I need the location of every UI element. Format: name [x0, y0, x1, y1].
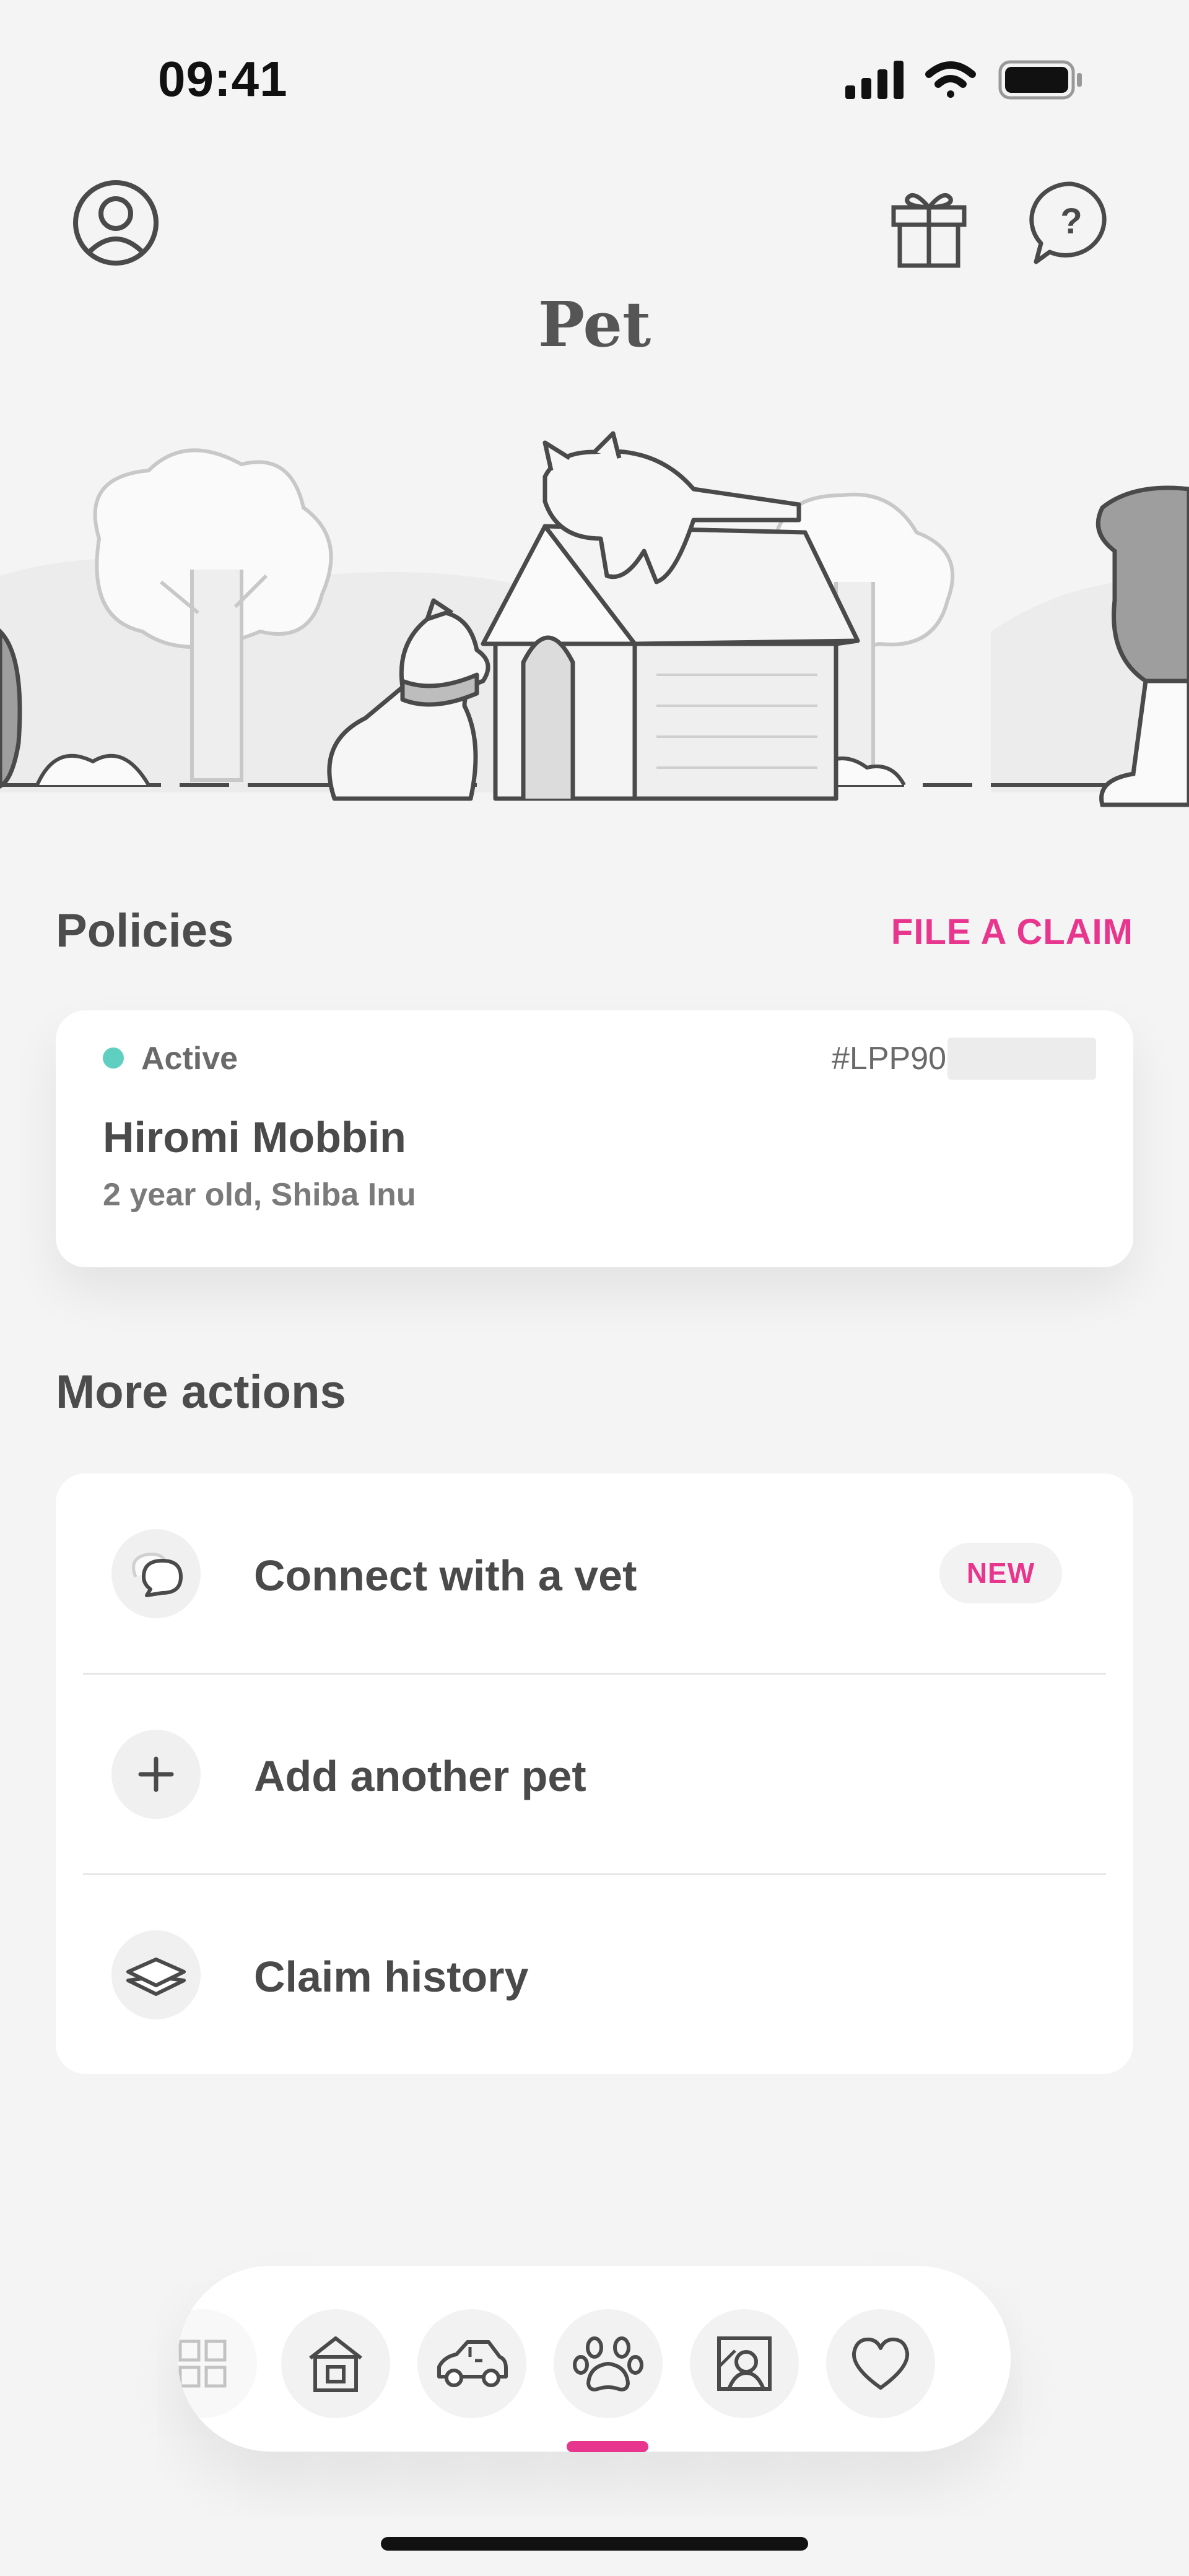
profile-icon: [73, 180, 159, 266]
nav-car[interactable]: [417, 2309, 526, 2418]
status-dot: [103, 1047, 124, 1069]
bottom-nav: [178, 2266, 1011, 2452]
battery-icon: [998, 60, 1082, 100]
policies-heading: Policies: [56, 904, 234, 957]
hero-illustration: [0, 396, 1189, 817]
nav-grid[interactable]: [178, 2309, 257, 2418]
connect-vet-row[interactable]: Connect with a vet NEW: [56, 1473, 1133, 1673]
connect-vet-label: Connect with a vet: [254, 1551, 637, 1600]
file-claim-link[interactable]: FILE A CLAIM: [891, 911, 1133, 953]
car-icon: [437, 2340, 508, 2387]
nav-pet[interactable]: [554, 2309, 663, 2418]
gift-icon: [891, 193, 967, 268]
page-title: Pet: [538, 288, 651, 361]
more-actions-card: Connect with a vet NEW Add another pet C…: [56, 1473, 1133, 2074]
gift-button[interactable]: [882, 176, 975, 269]
nav-life[interactable]: [690, 2309, 799, 2418]
nav-health[interactable]: [826, 2309, 935, 2418]
wifi-icon: [925, 61, 976, 98]
signal-icon: [845, 61, 904, 99]
plus-icon: [111, 1730, 201, 1819]
policy-card[interactable]: Active #LPP90 Hiromi Mobbin 2 year old, …: [56, 1010, 1133, 1267]
help-icon: ?: [1029, 181, 1107, 264]
profile-button[interactable]: [69, 176, 162, 269]
nav-home[interactable]: [281, 2309, 390, 2418]
add-pet-row[interactable]: Add another pet: [56, 1674, 1133, 1874]
heart-icon: [851, 2337, 910, 2390]
home-indicator: [381, 2537, 808, 2551]
home-icon: [309, 2336, 362, 2392]
chat-bubbles-icon: [111, 1529, 201, 1618]
status-icons: [839, 54, 1087, 104]
new-badge: NEW: [939, 1543, 1062, 1603]
portrait-icon: [717, 2336, 772, 2391]
add-pet-label: Add another pet: [254, 1752, 586, 1800]
status-time: 09:41: [158, 51, 288, 106]
layers-icon: [111, 1930, 201, 2019]
claim-history-row[interactable]: Claim history: [56, 1875, 1133, 2075]
policy-number: #LPP90: [832, 1041, 947, 1077]
svg-text:?: ?: [1060, 201, 1082, 241]
pet-name: Hiromi Mobbin: [103, 1113, 406, 1161]
policy-status: Active: [141, 1041, 238, 1077]
help-button[interactable]: ?: [1025, 176, 1118, 269]
grid-icon: [178, 2340, 227, 2388]
claim-history-label: Claim history: [254, 1953, 529, 2001]
more-actions-heading: More actions: [56, 1366, 346, 1418]
policy-number-redaction: [947, 1038, 1096, 1080]
active-tab-indicator: [567, 2441, 648, 2452]
pet-description: 2 year old, Shiba Inu: [103, 1177, 416, 1213]
paw-icon: [573, 2336, 643, 2392]
